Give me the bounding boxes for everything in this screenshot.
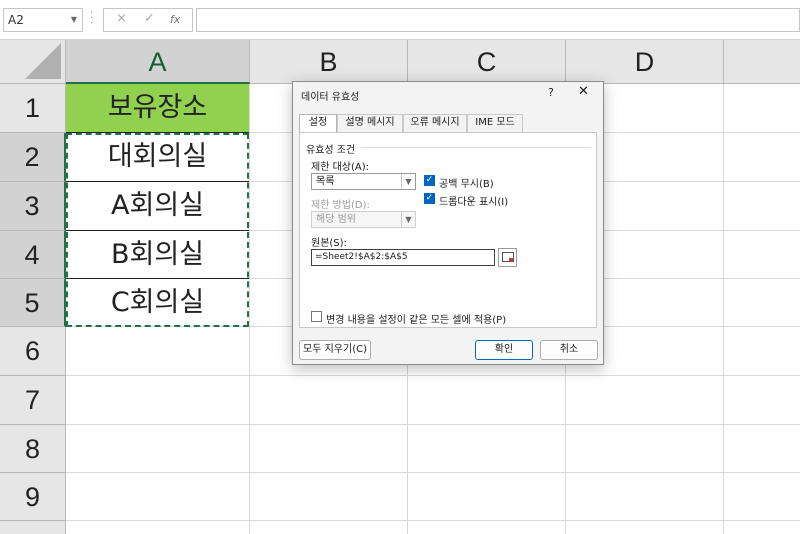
formula-input[interactable] — [196, 8, 800, 32]
row-header-7[interactable]: 7 — [0, 376, 66, 425]
row-header-10[interactable] — [0, 521, 66, 534]
help-icon[interactable]: ? — [548, 86, 554, 99]
more-options-icon[interactable]: · · · — [90, 9, 94, 29]
cell-a2[interactable]: 대회의실 — [66, 133, 249, 182]
name-box-value: A2 — [8, 13, 24, 27]
cancel-icon[interactable]: × — [116, 11, 127, 26]
settings-panel: 유효성 조건 제한 대상(A): 목록 ▼ ✓ 공백 무시(B) ✓ 드롭다운 … — [299, 132, 597, 328]
tab-settings[interactable]: 설정 — [299, 114, 337, 133]
column-header-b[interactable]: B — [250, 40, 408, 84]
row-header-3[interactable]: 3 — [0, 182, 66, 231]
column-header-d[interactable]: D — [566, 40, 724, 84]
clear-all-button[interactable]: 모두 지우기(C) — [299, 340, 371, 360]
formula-bar: A2 ▼ · · · × ✓ fx — [0, 0, 800, 40]
enter-icon[interactable]: ✓ — [144, 11, 155, 26]
in-cell-dropdown-checkbox[interactable]: ✓ — [424, 193, 435, 204]
source-label: 원본(S): — [311, 238, 347, 249]
range-select-icon[interactable] — [498, 248, 517, 267]
apply-all-checkbox[interactable] — [311, 311, 322, 322]
column-header-c[interactable]: C — [408, 40, 566, 84]
cell-a5[interactable]: C회의실 — [66, 279, 249, 327]
allow-value: 목록 — [316, 176, 335, 187]
cancel-button[interactable]: 취소 — [540, 340, 598, 360]
data-label: 제한 방법(D): — [311, 200, 370, 211]
select-all-corner[interactable] — [0, 40, 66, 84]
row-header-9[interactable]: 9 — [0, 473, 66, 521]
apply-all-label[interactable]: 변경 내용을 설정이 같은 모든 셀에 적용(P) — [326, 311, 506, 326]
chevron-down-icon: ▼ — [401, 174, 415, 189]
insert-function-icon[interactable]: fx — [170, 13, 180, 26]
tab-ime-mode[interactable]: IME 모드 — [467, 114, 523, 132]
formula-buttons: × ✓ fx — [103, 8, 193, 32]
row-header-8[interactable]: 8 — [0, 425, 66, 473]
tab-input-message[interactable]: 설명 메시지 — [337, 114, 403, 132]
allow-select[interactable]: 목록 ▼ — [311, 173, 416, 190]
close-icon[interactable]: ✕ — [578, 84, 589, 99]
allow-label: 제한 대상(A): — [311, 162, 369, 173]
row-header-2[interactable]: 2 — [0, 133, 66, 182]
row-header-1[interactable]: 1 — [0, 84, 66, 133]
ignore-blank-label[interactable]: 공백 무시(B) — [439, 175, 494, 190]
name-box[interactable]: A2 ▼ — [3, 8, 83, 32]
data-validation-dialog: 데이터 유효성 ? ✕ 설정 설명 메시지 오류 메시지 IME 모드 유효성 … — [292, 81, 604, 365]
row-header-6[interactable]: 6 — [0, 327, 66, 376]
column-header-e[interactable] — [724, 40, 800, 84]
chevron-down-icon[interactable]: ▼ — [71, 9, 77, 31]
in-cell-dropdown-label[interactable]: 드롭다운 표시(I) — [439, 193, 508, 208]
row-header-4[interactable]: 4 — [0, 231, 66, 279]
validation-criteria-label: 유효성 조건 — [306, 145, 356, 156]
column-header-a[interactable]: A — [66, 40, 250, 84]
data-select[interactable]: 해당 범위 ▼ — [311, 211, 416, 228]
ignore-blank-checkbox[interactable]: ✓ — [424, 175, 435, 186]
tab-error-alert[interactable]: 오류 메시지 — [403, 114, 467, 132]
row-header-5[interactable]: 5 — [0, 279, 66, 327]
data-value: 해당 범위 — [316, 214, 356, 225]
source-value: =Sheet2!$A$2:$A$5 — [315, 252, 408, 262]
source-input[interactable]: =Sheet2!$A$2:$A$5 — [311, 249, 495, 266]
cell-a3[interactable]: A회의실 — [66, 182, 249, 231]
dialog-title: 데이터 유효성 — [301, 92, 360, 103]
ok-button[interactable]: 확인 — [475, 340, 533, 360]
cell-a4[interactable]: B회의실 — [66, 231, 249, 279]
cell-a1[interactable]: 보유장소 — [66, 84, 249, 133]
chevron-down-icon: ▼ — [401, 212, 415, 227]
